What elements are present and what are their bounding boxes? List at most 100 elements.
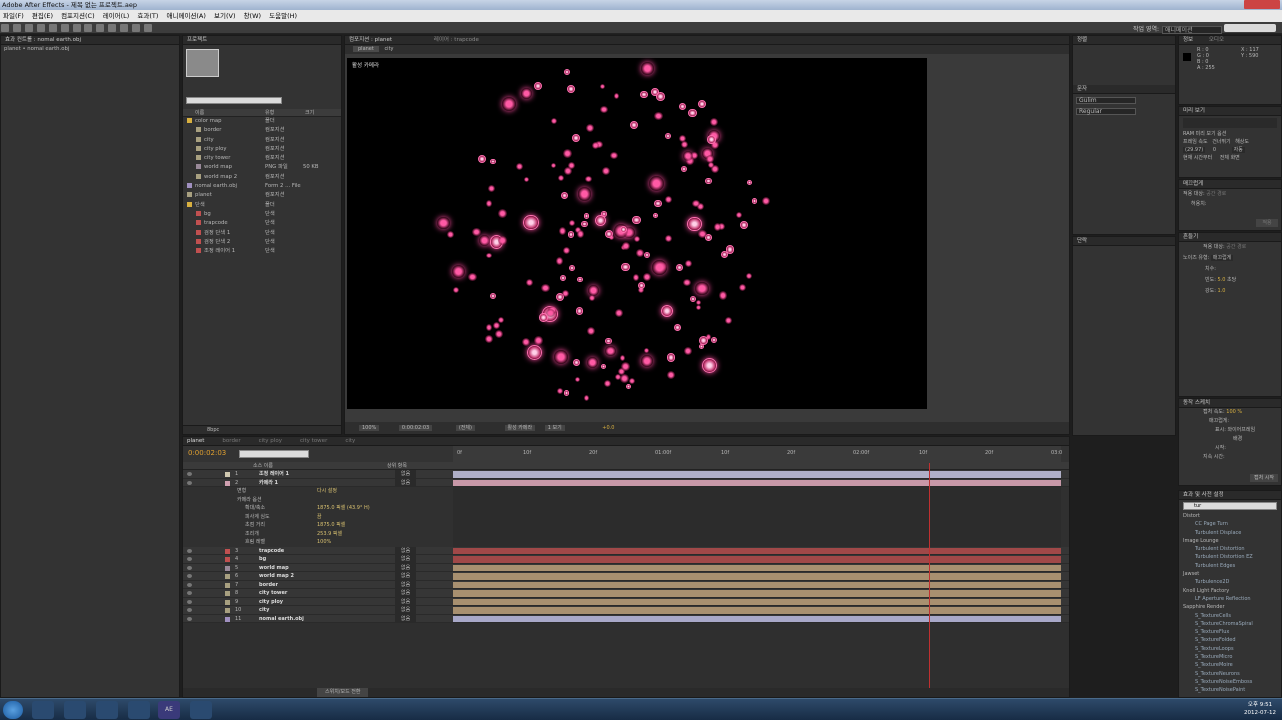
- property-value[interactable]: 끔: [317, 513, 322, 522]
- preview-tab[interactable]: 미리 보기: [1179, 107, 1281, 116]
- capture-speed-value[interactable]: 100 %: [1226, 409, 1242, 415]
- timeline-tab[interactable]: city: [345, 438, 355, 444]
- effects-presets-tab[interactable]: 효과 및 사전 설정: [1179, 491, 1281, 500]
- effect-item[interactable]: LF Aperture Reflection: [1179, 595, 1281, 603]
- menu-composition[interactable]: 컴포지션(C): [61, 12, 95, 20]
- layer-name[interactable]: world map: [259, 564, 289, 573]
- current-time-indicator[interactable]: [929, 463, 930, 688]
- browser-icon[interactable]: [190, 701, 212, 719]
- layer-label-color[interactable]: [225, 574, 230, 579]
- effects-category[interactable]: Distort: [1179, 512, 1281, 520]
- layer-name[interactable]: city ploy: [259, 598, 283, 607]
- frequency-value[interactable]: 5.0: [1217, 277, 1225, 283]
- effect-item[interactable]: S_TextureCells: [1179, 612, 1281, 620]
- menu-window[interactable]: 창(W): [244, 12, 261, 20]
- visibility-eye-icon[interactable]: [187, 608, 192, 612]
- effect-item[interactable]: S_TextureMicro: [1179, 653, 1281, 661]
- layer-duration-bar[interactable]: [453, 479, 1061, 486]
- toggle-switches-modes[interactable]: 스위치/모드 전환: [317, 688, 369, 697]
- layer-parent[interactable]: 없음: [395, 470, 417, 479]
- wiggler-tab[interactable]: 흔들기: [1179, 233, 1281, 242]
- after-effects-taskbar-icon[interactable]: AE: [158, 701, 180, 719]
- magnitude-value[interactable]: 1.0: [1217, 288, 1225, 294]
- menu-animation[interactable]: 애니메이션(A): [167, 12, 206, 20]
- project-item[interactable]: world map PNG 파일 50 KB: [183, 163, 341, 172]
- align-tab[interactable]: 정렬: [1073, 36, 1175, 45]
- fps-dropdown[interactable]: (29.97): [1183, 147, 1206, 153]
- layer-name[interactable]: city tower: [259, 589, 287, 598]
- layer-row[interactable]: 7 border 없음: [183, 580, 1069, 589]
- skip-value[interactable]: 0: [1213, 147, 1216, 153]
- layer-parent[interactable]: 없음: [395, 555, 417, 564]
- visibility-eye-icon[interactable]: [187, 616, 192, 621]
- timeline-tab[interactable]: city ploy: [259, 438, 282, 444]
- visibility-eye-icon[interactable]: [187, 591, 192, 595]
- smoother-apply-value[interactable]: 공간 경로: [1206, 191, 1226, 197]
- workspace-dropdown[interactable]: 애니메이션: [1162, 25, 1222, 34]
- start-capture-button[interactable]: 캡처 시작: [1250, 474, 1278, 482]
- menu-view[interactable]: 보기(V): [214, 12, 235, 20]
- project-item[interactable]: city tower 컴포지션: [183, 154, 341, 163]
- layer-row[interactable]: 5 world map 없음: [183, 563, 1069, 573]
- time-ruler[interactable]: 0f 10f 20f 01:00f 10f 20f 02:00f 10f 20f 03:0: [453, 446, 1062, 462]
- project-item[interactable]: world map 2 컴포지션: [183, 173, 341, 182]
- layer-duration-bar[interactable]: [453, 607, 1061, 614]
- brush-tool-icon[interactable]: [108, 24, 117, 32]
- pen-tool-icon[interactable]: [84, 24, 93, 32]
- timeline-tab[interactable]: border: [222, 438, 240, 444]
- layer-label-color[interactable]: [225, 616, 230, 622]
- project-item[interactable]: border 컴포지션: [183, 126, 341, 135]
- help-search-input[interactable]: [1224, 24, 1276, 32]
- clone-tool-icon[interactable]: [120, 24, 129, 32]
- bpc-label[interactable]: 8bpc: [207, 427, 219, 433]
- subtab-city[interactable]: city: [384, 46, 393, 52]
- exposure-value[interactable]: +0.0: [602, 425, 614, 431]
- layer-parent[interactable]: 없음: [395, 563, 417, 572]
- smoother-apply-button[interactable]: 적용: [1256, 219, 1278, 227]
- col-parent[interactable]: 상위 항목: [387, 462, 407, 470]
- from-current-checkbox[interactable]: 현재 시간부터: [1183, 155, 1212, 161]
- camera-property-row[interactable]: 흐림 레벨 100%: [183, 538, 1069, 547]
- layer-label-color[interactable]: [225, 599, 230, 605]
- wireframe-checkbox[interactable]: 와이어프레임: [1227, 427, 1255, 433]
- audio-tab[interactable]: 오디오: [1209, 37, 1224, 43]
- hand-tool-icon[interactable]: [12, 24, 21, 32]
- effect-item[interactable]: S_TextureMoire: [1179, 661, 1281, 669]
- effects-search-input[interactable]: tur: [1183, 502, 1277, 510]
- layer-label-color[interactable]: [225, 472, 230, 477]
- puppet-tool-icon[interactable]: [144, 24, 153, 32]
- motion-sketch-tab[interactable]: 동작 스케치: [1179, 399, 1281, 408]
- effect-item[interactable]: S_TextureNeurons: [1179, 670, 1281, 678]
- visibility-eye-icon[interactable]: [187, 582, 192, 587]
- project-item[interactable]: planet 컴포지션: [183, 191, 341, 200]
- layer-duration-bar[interactable]: [453, 590, 1061, 597]
- layer-duration-bar[interactable]: [453, 598, 1061, 605]
- start-button-icon[interactable]: [3, 701, 23, 719]
- effect-item[interactable]: S_TextureFlux: [1179, 628, 1281, 636]
- layer-row[interactable]: 10 city 없음: [183, 606, 1069, 615]
- layer-parent[interactable]: 없음: [395, 589, 417, 598]
- property-value[interactable]: 100%: [317, 538, 331, 547]
- layer-parent[interactable]: 없음: [395, 614, 417, 623]
- media-icon[interactable]: [128, 701, 150, 719]
- layer-name[interactable]: nomal earth.obj: [259, 615, 304, 624]
- camera-view-dropdown[interactable]: 활성 카메라: [504, 425, 536, 431]
- full-screen-checkbox[interactable]: 전체 화면: [1220, 155, 1240, 161]
- effects-category[interactable]: Jawset: [1179, 570, 1281, 578]
- selection-tool-icon[interactable]: [1, 24, 9, 32]
- window-controls[interactable]: [1244, 0, 1280, 9]
- camera-property-row[interactable]: 피사계 심도 끔: [183, 512, 1069, 522]
- visibility-eye-icon[interactable]: [187, 565, 192, 570]
- layer-row[interactable]: 9 city ploy 없음: [183, 597, 1069, 607]
- layer-row[interactable]: 4 bg 없음: [183, 555, 1069, 564]
- layer-parent[interactable]: 없음: [395, 546, 417, 555]
- layer-duration-bar[interactable]: [453, 564, 1061, 571]
- smoother-tab[interactable]: 매끄럽게: [1179, 180, 1281, 189]
- clock-time[interactable]: 오후 9:51: [1244, 701, 1276, 709]
- layer-row[interactable]: 11 nomal earth.obj 없음: [183, 614, 1069, 624]
- layer-name[interactable]: world map 2: [259, 572, 294, 581]
- zoom-dropdown[interactable]: 100%: [359, 425, 380, 431]
- layer-row[interactable]: 2 카메라 1 없음: [183, 478, 1069, 487]
- effect-item[interactable]: Turbulent Edges: [1179, 562, 1281, 570]
- layer-label-color[interactable]: [225, 608, 230, 613]
